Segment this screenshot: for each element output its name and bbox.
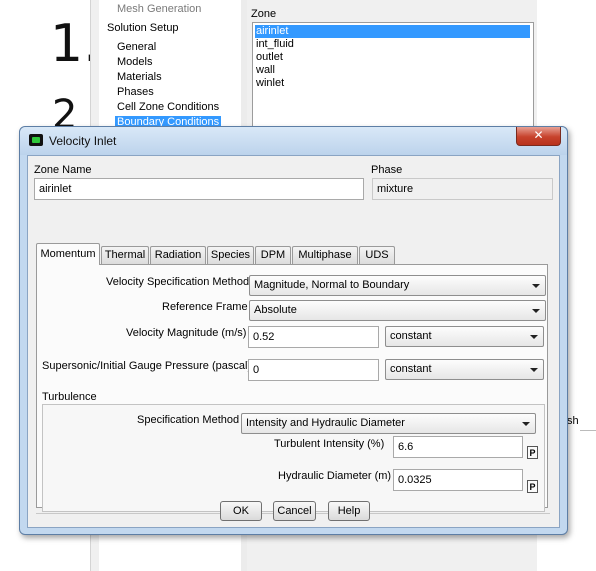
turbulent-intensity-label: Turbulent Intensity (%): [274, 438, 385, 450]
velocity-magnitude-input[interactable]: 0.52: [248, 326, 379, 348]
background-partial-text: sh: [567, 415, 579, 427]
app-window-icon: [29, 134, 43, 146]
turbulent-intensity-parameter-button[interactable]: P: [527, 446, 538, 459]
tree-item-general[interactable]: General: [117, 41, 156, 53]
dialog-title: Velocity Inlet: [49, 134, 117, 148]
tab-uds[interactable]: UDS: [359, 246, 395, 264]
hydraulic-diameter-input[interactable]: 0.0325: [393, 469, 523, 491]
close-button[interactable]: ✕: [516, 127, 561, 146]
tab-thermal[interactable]: Thermal: [101, 246, 149, 264]
zone-name-field[interactable]: airinlet: [34, 178, 364, 200]
dialog-content: Zone Name airinlet Phase mixture Momentu…: [27, 155, 560, 528]
turbulence-spec-value: Intensity and Hydraulic Diameter: [246, 417, 405, 429]
velocity-spec-value: Magnitude, Normal to Boundary: [254, 279, 410, 291]
chevron-down-icon: [532, 309, 540, 313]
reference-frame-dropdown[interactable]: Absolute: [249, 300, 546, 321]
zone-list[interactable]: airinlet int_fluid outlet wall winlet: [252, 22, 534, 139]
velocity-spec-label: Velocity Specification Method: [106, 276, 250, 288]
gauge-pressure-profile-dropdown[interactable]: constant: [385, 359, 544, 380]
tree-item-mesh-generation[interactable]: Mesh Generation: [117, 3, 201, 15]
turbulence-spec-dropdown[interactable]: Intensity and Hydraulic Diameter: [241, 413, 536, 434]
chevron-down-icon: [530, 335, 538, 339]
dialog-title-bar[interactable]: Velocity Inlet ✕: [20, 127, 567, 155]
chevron-down-icon: [522, 422, 530, 426]
zone-list-item[interactable]: int_fluid: [255, 38, 530, 51]
velocity-magnitude-profile-value: constant: [390, 330, 432, 342]
reference-frame-value: Absolute: [254, 304, 297, 316]
velocity-magnitude-label: Velocity Magnitude (m/s): [126, 327, 247, 339]
zone-list-item[interactable]: outlet: [255, 51, 530, 64]
background-divider: [580, 430, 596, 431]
phase-field: mixture: [372, 178, 553, 200]
tree-item-phases[interactable]: Phases: [117, 86, 154, 98]
zone-list-item[interactable]: wall: [255, 64, 530, 77]
zone-list-item[interactable]: airinlet: [255, 25, 530, 38]
phase-label: Phase: [371, 164, 403, 176]
reference-frame-label: Reference Frame: [162, 301, 248, 313]
chevron-down-icon: [530, 368, 538, 372]
zone-list-label: Zone: [251, 8, 277, 20]
momentum-tab-panel: Velocity Specification Method Magnitude,…: [36, 264, 548, 512]
turbulence-spec-label: Specification Method: [137, 414, 240, 426]
tab-radiation[interactable]: Radiation: [150, 246, 206, 264]
tree-item-cell-zone-conditions[interactable]: Cell Zone Conditions: [117, 101, 219, 113]
tree-item-solution-setup[interactable]: Solution Setup: [107, 22, 179, 34]
close-icon: ✕: [533, 128, 544, 142]
velocity-inlet-dialog: Velocity Inlet ✕ Zone Name airinlet Phas…: [19, 126, 568, 535]
turbulent-intensity-input[interactable]: 6.6: [393, 436, 523, 458]
zone-list-item[interactable]: winlet: [255, 77, 530, 90]
velocity-spec-dropdown[interactable]: Magnitude, Normal to Boundary: [249, 275, 546, 296]
hydraulic-diameter-label: Hydraulic Diameter (m): [278, 470, 392, 482]
tab-dpm[interactable]: DPM: [255, 246, 291, 264]
help-button[interactable]: Help: [328, 501, 370, 521]
zone-name-label: Zone Name: [34, 164, 92, 176]
gauge-pressure-input[interactable]: 0: [248, 359, 379, 381]
tab-multiphase[interactable]: Multiphase: [292, 246, 358, 264]
turbulence-section-label: Turbulence: [42, 391, 97, 403]
chevron-down-icon: [532, 284, 540, 288]
tab-species[interactable]: Species: [207, 246, 254, 264]
tree-item-models[interactable]: Models: [117, 56, 152, 68]
tab-momentum[interactable]: Momentum: [36, 243, 100, 265]
gauge-pressure-label: Supersonic/Initial Gauge Pressure (pasca…: [42, 360, 252, 372]
velocity-magnitude-profile-dropdown[interactable]: constant: [385, 326, 544, 347]
ok-button[interactable]: OK: [220, 501, 262, 521]
gauge-pressure-profile-value: constant: [390, 363, 432, 375]
turbulence-group: Specification Method Intensity and Hydra…: [42, 404, 545, 512]
tree-item-materials[interactable]: Materials: [117, 71, 162, 83]
cancel-button[interactable]: Cancel: [273, 501, 316, 521]
hydraulic-diameter-parameter-button[interactable]: P: [527, 480, 538, 493]
